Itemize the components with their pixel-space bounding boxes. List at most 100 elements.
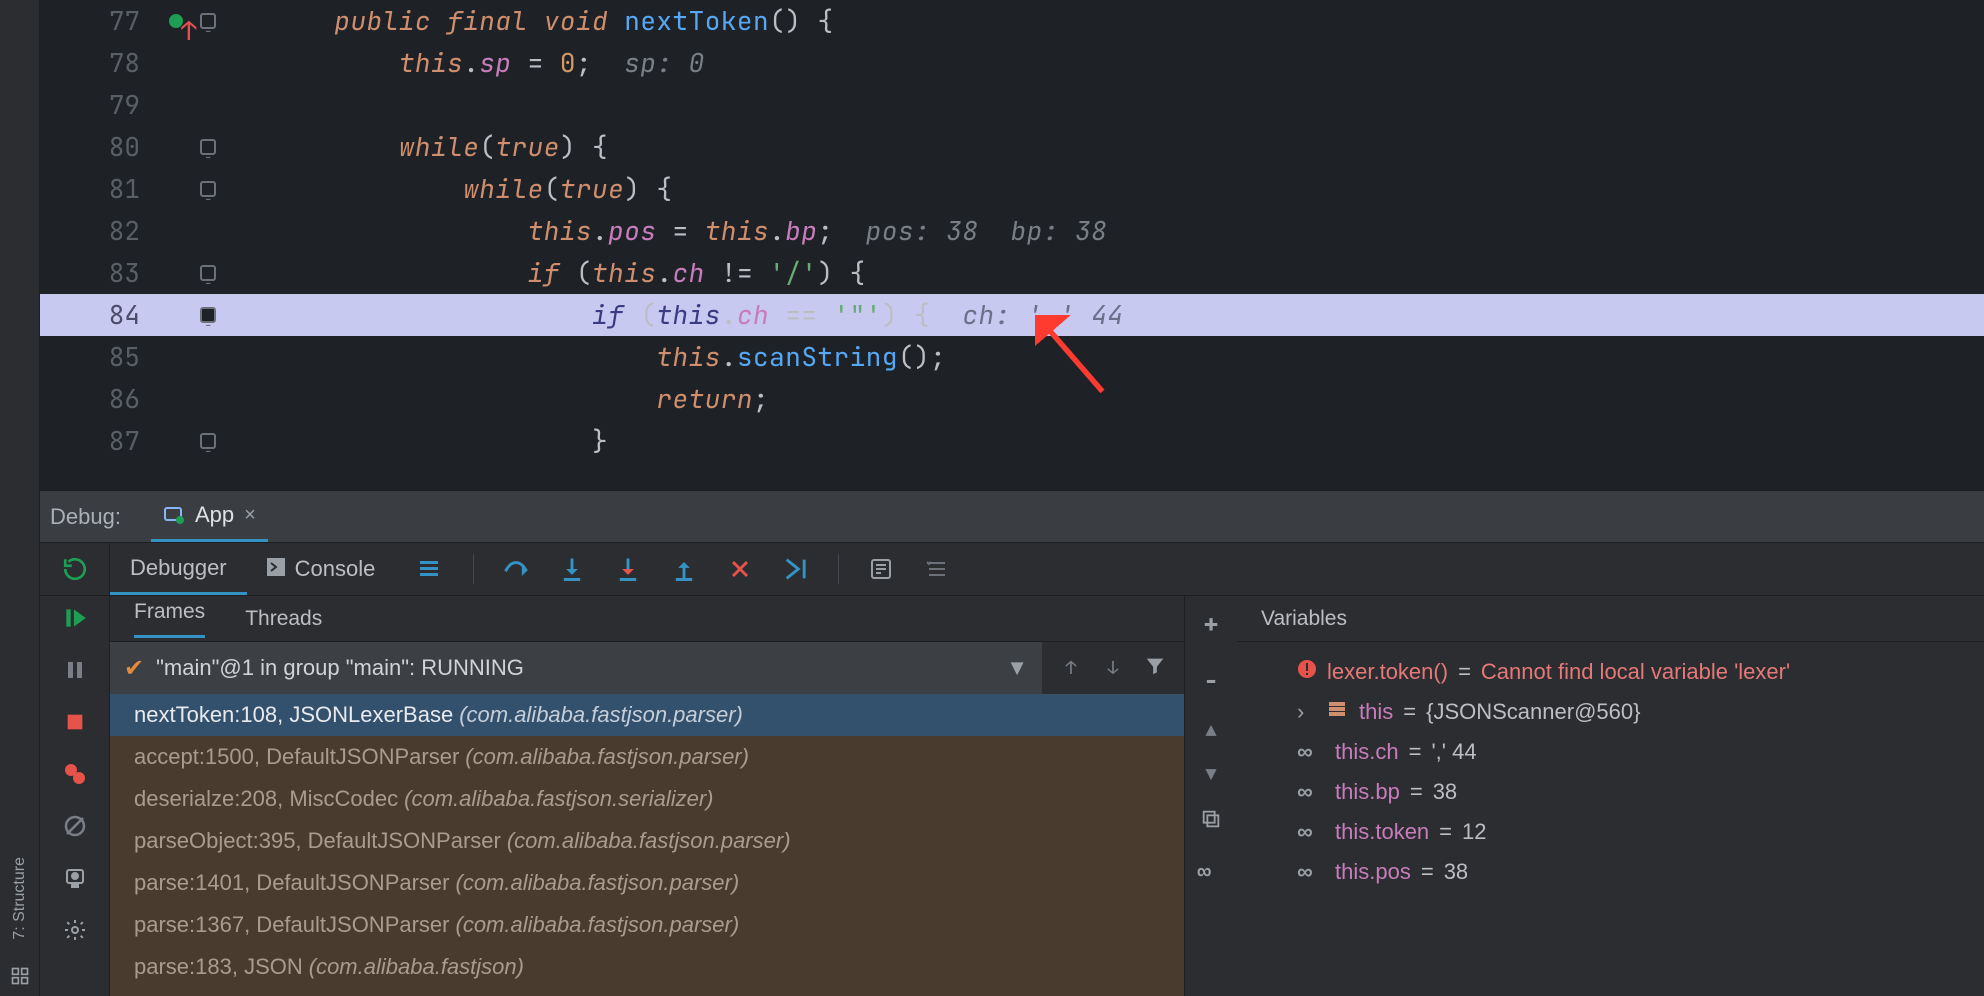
step-over-button[interactable] bbox=[502, 555, 530, 583]
equals-sign: = bbox=[1458, 659, 1471, 685]
gutter-icon-slot: ↑ bbox=[160, 10, 200, 32]
chevron-down-icon[interactable]: ▼ bbox=[1006, 655, 1028, 681]
stack-frame[interactable]: parseObject:395, DefaultJSONParser (com.… bbox=[110, 820, 1184, 862]
code-content: this.sp = 0; sp: 0 bbox=[270, 42, 1984, 84]
drop-frame-button[interactable] bbox=[726, 555, 754, 583]
fold-toggle-icon[interactable] bbox=[200, 433, 216, 449]
resume-button[interactable] bbox=[61, 604, 89, 632]
equals-sign: = bbox=[1403, 699, 1416, 725]
error-icon bbox=[1297, 659, 1317, 685]
code-line[interactable]: 81 while(true) { bbox=[40, 168, 1984, 210]
previous-frame-button[interactable]: ↑ bbox=[1060, 657, 1082, 679]
next-frame-button[interactable]: ↓ bbox=[1102, 657, 1124, 679]
variable-row[interactable]: ∞this.ch = ',' 44 bbox=[1253, 732, 1968, 772]
code-line[interactable]: 83 if (this.ch != '/') { bbox=[40, 252, 1984, 294]
fold-toggle-icon[interactable] bbox=[200, 13, 216, 29]
fold-toggle-icon[interactable] bbox=[200, 181, 216, 197]
mute-breakpoints-button[interactable] bbox=[61, 812, 89, 840]
thread-selector[interactable]: ✔ "main"@1 in group "main": RUNNING ▼ bbox=[110, 642, 1042, 694]
fold-toggle-icon[interactable] bbox=[200, 139, 216, 155]
code-content: this.scanString(); bbox=[270, 336, 1984, 378]
layout-icon[interactable] bbox=[8, 964, 32, 988]
code-line[interactable]: 79 bbox=[40, 84, 1984, 126]
code-content: if (this.ch == '"') { ch: ',' 44 bbox=[270, 294, 1984, 336]
line-number: 87 bbox=[40, 420, 160, 462]
debug-tool-window-header: Debug: App × bbox=[40, 490, 1984, 542]
equals-sign: = bbox=[1421, 859, 1434, 885]
code-line[interactable]: 85 this.scanString(); bbox=[40, 336, 1984, 378]
variable-value: Cannot find local variable 'lexer' bbox=[1481, 659, 1790, 685]
move-watch-down-button[interactable]: ▼ bbox=[1200, 764, 1222, 786]
remove-watch-button[interactable]: − bbox=[1203, 663, 1219, 698]
code-line[interactable]: 84 if (this.ch == '"') { ch: ',' 44 bbox=[40, 294, 1984, 336]
rerun-button[interactable] bbox=[40, 543, 110, 595]
console-tab[interactable]: Console bbox=[247, 543, 396, 595]
new-watch-button[interactable]: + bbox=[1203, 606, 1219, 641]
fold-toggle-icon[interactable] bbox=[200, 307, 216, 323]
variable-row[interactable]: ∞this.bp = 38 bbox=[1253, 772, 1968, 812]
variable-row[interactable]: lexer.token() = Cannot find local variab… bbox=[1253, 652, 1968, 692]
stack-frame[interactable]: accept:1500, DefaultJSONParser (com.alib… bbox=[110, 736, 1184, 778]
watch-icon: ∞ bbox=[1297, 819, 1325, 845]
thread-dump-icon[interactable] bbox=[415, 555, 443, 583]
get-thread-dump-button[interactable] bbox=[61, 864, 89, 892]
code-content: public final void nextToken() { bbox=[270, 0, 1984, 42]
stop-button[interactable] bbox=[61, 708, 89, 736]
fold-toggle-icon[interactable] bbox=[200, 265, 216, 281]
variables-header: Variables bbox=[1237, 596, 1984, 642]
code-line[interactable]: 77↑ public final void nextToken() { bbox=[40, 0, 1984, 42]
inline-debug-hint: pos: 38 bp: 38 bbox=[834, 213, 1108, 248]
line-number: 80 bbox=[40, 126, 160, 168]
duplicate-watch-button[interactable] bbox=[1200, 808, 1222, 835]
debug-sidebar bbox=[40, 596, 110, 996]
debug-session-tab[interactable]: App × bbox=[151, 491, 268, 542]
code-content: } bbox=[270, 420, 1984, 462]
variables-tree[interactable]: lexer.token() = Cannot find local variab… bbox=[1237, 642, 1984, 996]
view-breakpoints-button[interactable] bbox=[61, 760, 89, 788]
inline-debug-hint: sp: 0 bbox=[592, 45, 705, 80]
move-watch-up-button[interactable]: ▲ bbox=[1200, 720, 1222, 742]
equals-sign: = bbox=[1409, 739, 1422, 765]
filter-icon[interactable] bbox=[1144, 655, 1166, 682]
line-number: 84 bbox=[40, 294, 160, 336]
force-step-into-button[interactable] bbox=[614, 555, 642, 583]
code-editor[interactable]: 77↑ public final void nextToken() {78 th… bbox=[40, 0, 1984, 490]
close-icon[interactable]: × bbox=[244, 504, 256, 527]
pause-button[interactable] bbox=[61, 656, 89, 684]
trace-button[interactable] bbox=[923, 555, 951, 583]
stack-frame[interactable]: deserialze:208, MiscCodec (com.alibaba.f… bbox=[110, 778, 1184, 820]
variables-toolbar: + − ▲ ▼ ∞ bbox=[1185, 596, 1237, 996]
stack-frame[interactable]: parse:183, JSON (com.alibaba.fastjson) bbox=[110, 946, 1184, 988]
equals-sign: = bbox=[1439, 819, 1452, 845]
variable-value: 38 bbox=[1433, 779, 1457, 805]
code-line[interactable]: 87 } bbox=[40, 420, 1984, 462]
inline-debug-hint: ch: ',' 44 bbox=[930, 297, 1123, 332]
step-into-button[interactable] bbox=[558, 555, 586, 583]
variable-row[interactable]: ›this = {JSONScanner@560} bbox=[1253, 692, 1968, 732]
settings-button[interactable] bbox=[61, 916, 89, 944]
variable-row[interactable]: ∞this.pos = 38 bbox=[1253, 852, 1968, 892]
vcs-change-icon: ↑ bbox=[169, 10, 191, 32]
code-line[interactable]: 82 this.pos = this.bp; pos: 38 bp: 38 bbox=[40, 210, 1984, 252]
evaluate-expression-button[interactable] bbox=[867, 555, 895, 583]
stack-frame[interactable]: nextToken:108, JSONLexerBase (com.alibab… bbox=[110, 694, 1184, 736]
stack-frame[interactable]: parse:1401, DefaultJSONParser (com.aliba… bbox=[110, 862, 1184, 904]
variable-name: this bbox=[1359, 699, 1393, 725]
debugger-tab[interactable]: Debugger bbox=[110, 543, 247, 595]
code-line[interactable]: 78 this.sp = 0; sp: 0 bbox=[40, 42, 1984, 84]
stack-frame[interactable]: parse:1367, DefaultJSONParser (com.aliba… bbox=[110, 904, 1184, 946]
structure-tool-window-button[interactable]: 7: Structure bbox=[11, 857, 29, 940]
step-out-button[interactable] bbox=[670, 555, 698, 583]
frames-list[interactable]: nextToken:108, JSONLexerBase (com.alibab… bbox=[110, 694, 1184, 996]
variable-name: this.token bbox=[1335, 819, 1429, 845]
frames-tab[interactable]: Frames bbox=[134, 600, 205, 638]
show-watches-button[interactable]: ∞ bbox=[1197, 857, 1225, 888]
variable-row[interactable]: ∞this.token = 12 bbox=[1253, 812, 1968, 852]
run-to-cursor-button[interactable] bbox=[782, 555, 810, 583]
code-line[interactable]: 80 while(true) { bbox=[40, 126, 1984, 168]
expand-toggle-icon[interactable]: › bbox=[1297, 699, 1317, 725]
code-line[interactable]: 86 return; bbox=[40, 378, 1984, 420]
line-number: 78 bbox=[40, 42, 160, 84]
run-config-icon bbox=[163, 504, 185, 526]
threads-tab[interactable]: Threads bbox=[245, 607, 322, 631]
